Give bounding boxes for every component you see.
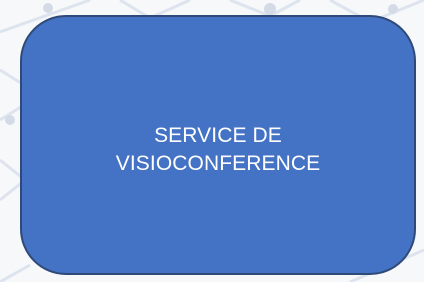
- tile-label-line-1: SERVICE DE: [154, 124, 282, 147]
- visioconference-service-tile[interactable]: SERVICE DE VISIOCONFERENCE: [20, 15, 416, 275]
- tile-label: SERVICE DE VISIOCONFERENCE: [22, 122, 414, 178]
- slide-canvas: SERVICE DE VISIOCONFERENCE: [0, 0, 424, 282]
- tile-label-line-2: VISIOCONFERENCE: [115, 152, 321, 175]
